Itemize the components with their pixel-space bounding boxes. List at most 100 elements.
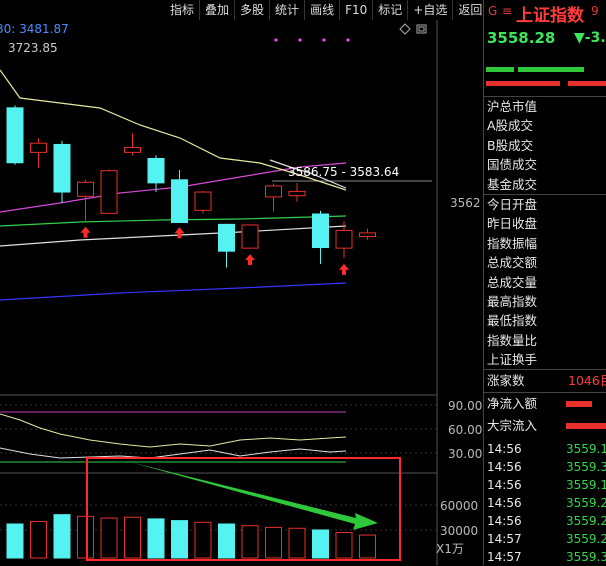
block-inflow-row: 大宗流入 [484,415,606,437]
volume-axis-30000: 30000 [440,524,478,538]
f10-button[interactable]: F10 [340,0,374,20]
ma-label: 30: 3481.87 [0,22,69,36]
candle-body [265,185,282,198]
candle-body [77,181,94,197]
candle-body [171,179,188,224]
volume-bar [241,525,259,559]
index-title: 上证指数 [516,6,584,26]
tick-list[interactable]: 14:56 3559.1 14:56 3559.3 14:56 3559.1 14:5… [484,440,606,566]
candle-body [335,229,353,249]
candle-body [288,190,306,197]
volume-bar [30,520,47,559]
volume-bar [335,532,353,559]
tick-row[interactable]: 14:57 3559.2 [484,530,606,548]
quote-panel: G ≡ 上证指数 9 3558.28 ▼-3. 沪总市值 A股成交 B股成交 国… [483,0,606,565]
volume-bar [312,529,329,559]
title-extra: 9 [591,4,599,18]
current-price: 3558.28 [487,29,556,47]
downtrend-arrow-icon [130,462,378,530]
volume-bar [100,517,118,559]
block-inflow-label: 大宗流入 [487,418,538,434]
tick-row[interactable]: 14:56 3559.2 [484,494,606,512]
label-low: 最低指数 [487,313,538,329]
label-turnover: 总成交额 [487,255,538,271]
overlay-button[interactable]: 叠加 [200,0,236,20]
tick-row[interactable]: 14:56 3559.3 [484,458,606,476]
group-label[interactable]: G [488,4,497,18]
tick-row[interactable]: 14:56 3559.1 [484,440,606,458]
bar-red-2 [568,81,606,86]
volume-bar [124,516,141,559]
indicator-button[interactable]: 指标 [165,0,201,20]
range-label: 3586.75 - 3583.64 [288,165,399,179]
kline-chart-area[interactable]: 30: 3481.87 3723.85 3562 3586.75 - 3583.… [0,0,483,565]
multi-stock-button[interactable]: 多股 [235,0,271,20]
up-count-tail: 目 [600,370,606,392]
price-change: ▼-3. [574,30,606,46]
add-watchlist-button[interactable]: +自选 [408,0,454,20]
net-inflow-bar [566,401,592,408]
label-high: 最高指数 [487,293,538,309]
window-icon[interactable] [416,24,427,34]
dots-indicator [274,38,350,42]
grid-lines [0,20,438,565]
label-b-share-volume: B股成交 [487,137,534,153]
block-inflow-bar [566,423,606,430]
up-markers [80,226,349,275]
bar-green-1 [486,67,514,72]
tick-row[interactable]: 14:57 3559.3 [484,548,606,566]
up-arrow-icon [245,254,255,266]
label-turnover-rate: 上证换手 [487,352,538,368]
label-market-cap: 沪总市值 [487,99,538,114]
ma60-line [0,225,347,247]
draw-line-button[interactable]: 画线 [305,0,341,20]
label-a-share-volume: A股成交 [487,118,534,134]
volume-bar [194,521,212,559]
label-bond-volume: 国债成交 [487,157,538,173]
candle-body [218,223,235,252]
candle-body [53,143,71,193]
volume-bar [77,515,94,559]
volume-bar [147,518,165,559]
candle-body [312,213,329,249]
up-arrow-icon [174,227,185,239]
label-volume: 总成交量 [487,274,538,290]
tick-row[interactable]: 14:56 3559.2 [484,512,606,530]
up-count-value: 1046 [568,373,600,389]
ma120-line [0,282,347,301]
candlesticks[interactable] [6,105,376,268]
candle-body [359,232,376,238]
panel-header: G ≡ 上证指数 9 [484,0,606,26]
volume-bar [288,527,306,559]
volume-bar [265,526,282,559]
menu-icon[interactable]: ≡ [502,4,512,18]
statistics-button[interactable]: 统计 [270,0,306,20]
candle-body [30,142,47,153]
label-open: 今日开盘 [487,196,538,212]
label-amplitude: 指数振幅 [487,235,538,251]
mark-button[interactable]: 标记 [373,0,409,20]
volume-bar [171,520,188,559]
price-tag: 3562 [450,196,481,210]
label-prev-close: 昨日收盘 [487,216,538,232]
indicator-axis-30: 30.00 [448,447,482,461]
volume-bar [6,523,24,559]
bar-red-1 [486,81,560,86]
up-count-row: 涨家数 1046 目 [484,370,606,392]
breadth-bars [484,52,606,96]
up-count-label: 涨家数 [487,373,525,389]
volume-axis-60000: 60000 [440,499,478,513]
candle-body [241,224,259,249]
candle-body [194,191,212,211]
volume-bar [359,534,376,559]
candle-body [6,107,24,164]
candle-body [100,170,118,214]
volume-bar [53,514,71,559]
volume-bars[interactable] [6,514,376,559]
candle-body [124,146,141,153]
high-price-label: 3723.85 [8,41,58,55]
diamond-icon[interactable] [399,23,411,35]
volume-bar [218,523,235,559]
label-volume-ratio: 指数量比 [487,332,538,348]
tick-row[interactable]: 14:56 3559.1 [484,476,606,494]
